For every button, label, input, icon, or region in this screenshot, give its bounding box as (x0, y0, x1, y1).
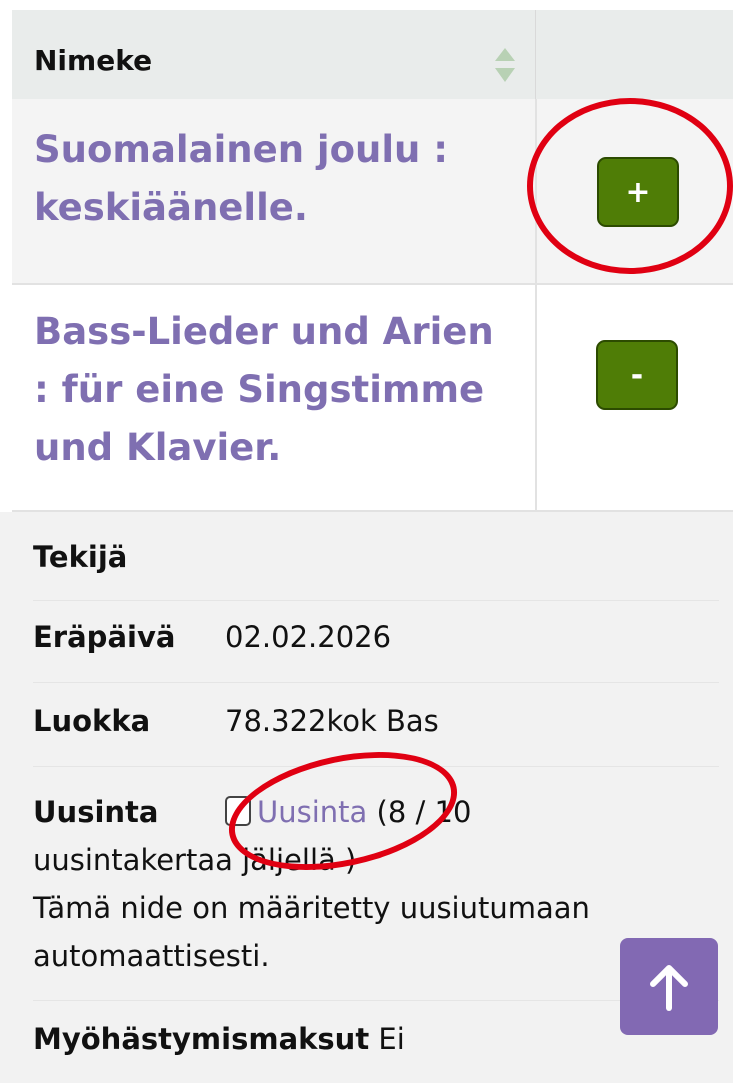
sort-arrows-icon[interactable] (494, 46, 516, 86)
class-label: Luokka (33, 704, 151, 738)
class-value: 78.322kok Bas (225, 704, 439, 738)
column-divider (535, 10, 536, 99)
renew-remaining: uusintakertaa jäljellä ) (33, 843, 357, 877)
collapse-button[interactable]: - (596, 340, 678, 410)
fines-value: Ei (378, 1022, 405, 1056)
title-link[interactable]: Suomalainen joulu : keskiäänelle. (34, 121, 514, 237)
detail-row-author: Tekijä (33, 540, 719, 601)
expand-button[interactable]: + (597, 157, 679, 227)
table-header[interactable]: Nimeke (12, 10, 733, 100)
detail-row-renew: Uusinta Uusinta (8 / 10 uusintakertaa jäl… (33, 788, 719, 1001)
renew-label: Uusinta (33, 795, 159, 829)
due-label: Eräpäivä (33, 620, 176, 654)
fines-label: Myöhästymismaksut (33, 1022, 370, 1056)
auto-renew-note: Tämä nide on määritetty uusiutumaan auto… (33, 891, 590, 973)
column-divider (535, 285, 537, 510)
detail-row-due: Eräpäivä 02.02.2026 (33, 620, 719, 683)
due-value: 02.02.2026 (225, 620, 392, 654)
author-label: Tekijä (33, 540, 128, 574)
arrow-up-icon (650, 964, 688, 1011)
title-link[interactable]: Bass-Lieder und Arien : für eine Singsti… (34, 303, 514, 477)
renew-count: 8 / 10 (387, 795, 472, 829)
renew-count-prefix: ( (376, 795, 388, 829)
detail-row-class: Luokka 78.322kok Bas (33, 704, 719, 767)
column-divider (535, 99, 537, 283)
renew-checkbox[interactable] (225, 796, 251, 826)
renew-link[interactable]: Uusinta (257, 795, 367, 829)
detail-row-fines: Myöhästymismaksut Ei (33, 1022, 719, 1072)
table-row: Bass-Lieder und Arien : für eine Singsti… (12, 285, 733, 512)
table-row: Suomalainen joulu : keskiäänelle. + (12, 99, 733, 285)
scroll-to-top-button[interactable] (620, 938, 718, 1035)
column-header-title[interactable]: Nimeke (34, 44, 152, 77)
